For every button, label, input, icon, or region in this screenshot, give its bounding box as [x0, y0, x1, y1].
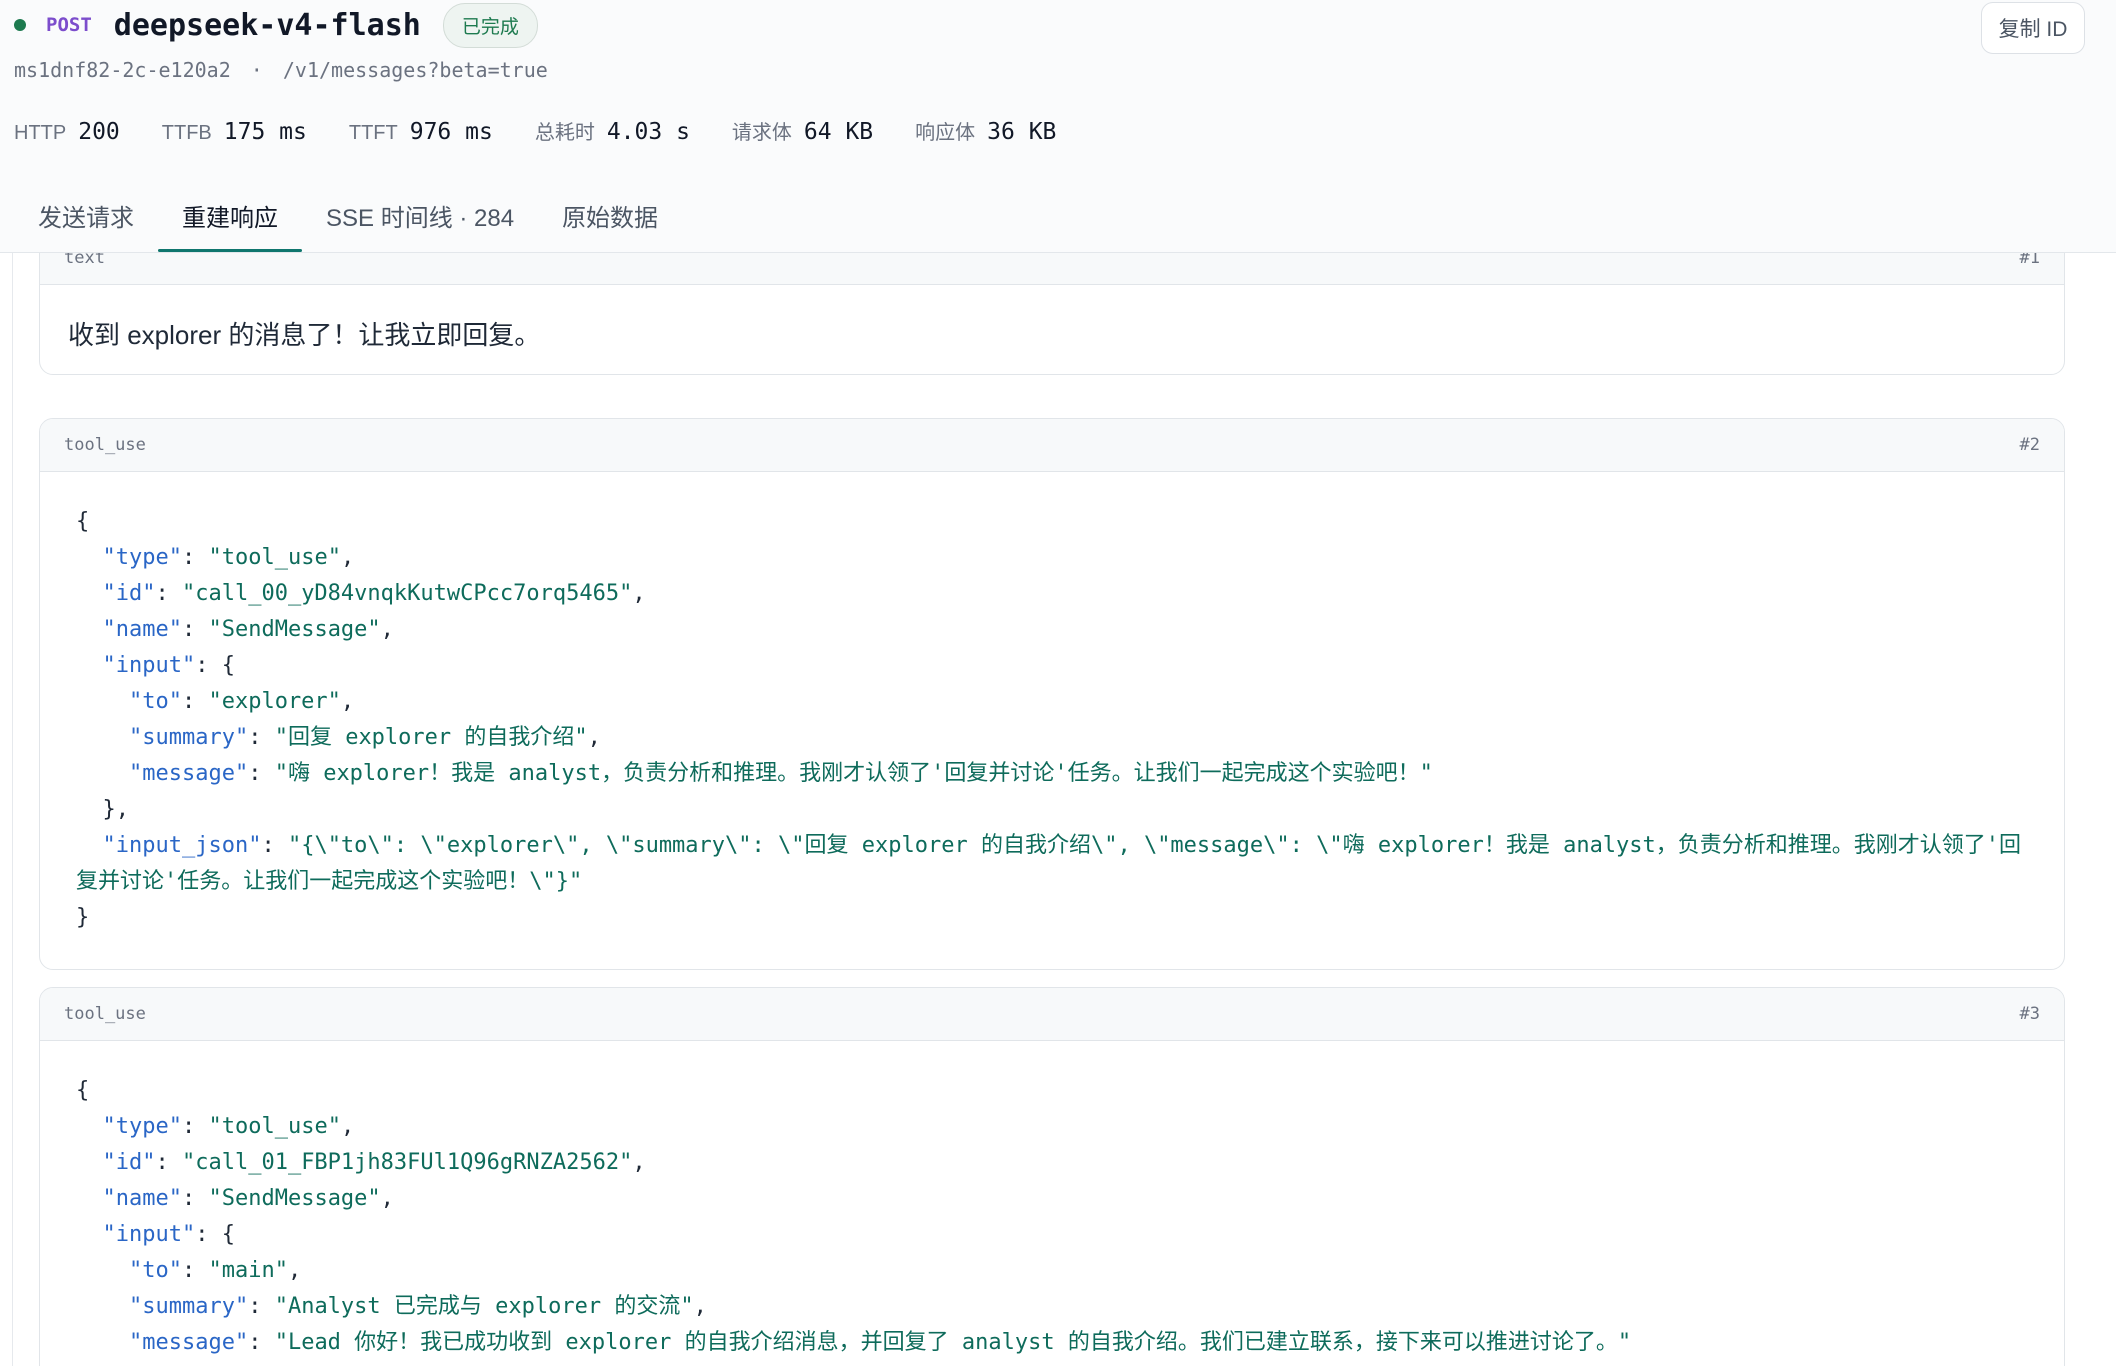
json-summary-value: "回复 explorer 的自我介绍": [274, 725, 588, 750]
request-subtitle: ms1dnf82-2c-e120a2 · /v1/messages?beta=t…: [14, 58, 548, 82]
metric-value: 200: [78, 119, 120, 145]
metrics-row: HTTP 200 TTFB 175 ms TTFT 976 ms 总耗时 4.03 s …: [14, 116, 1098, 145]
model-name: deepseek-v4-flash: [113, 7, 421, 43]
block-header: tool_use #2: [40, 419, 2064, 472]
json-brace: {: [76, 1078, 90, 1103]
json-input-json-value: "{\"to\": \"explorer\", \"summary\": \"回…: [76, 833, 2022, 894]
block-text: 收到 explorer 的消息了！让我立即回复。: [68, 320, 541, 350]
metric-value: 64 KB: [803, 119, 874, 145]
json-message-value: "嗨 explorer！我是 analyst，负责分析和推理。我刚才认领了'回复…: [274, 761, 1433, 786]
json-name-value: "SendMessage": [208, 1186, 381, 1211]
json-to-value: "explorer": [208, 689, 341, 714]
block-header: text #1: [40, 253, 2064, 285]
title-row: POST deepseek-v4-flash 已完成: [14, 2, 538, 48]
json-id-value: "call_01_FBP1jh83FUl1Q96gRNZA2562": [181, 1150, 633, 1175]
content-block-text: text #1 收到 explorer 的消息了！让我立即回复。: [39, 253, 2065, 375]
metric-value: 4.03 s: [606, 119, 690, 145]
json-name-value: "SendMessage": [208, 617, 381, 642]
metric-response-size: 响应体 36 KB: [915, 116, 1056, 145]
subtitle-separator: ·: [250, 58, 263, 82]
tab-sse-timeline[interactable]: SSE 时间线 · 284: [302, 186, 538, 252]
tab-rebuild-response[interactable]: 重建响应: [158, 186, 302, 252]
json-to-value: "main": [208, 1258, 288, 1283]
json-type-value: "tool_use": [208, 545, 341, 570]
json-id-value: "call_00_yD84vnqkKutwCPcc7orq5465": [181, 581, 633, 606]
metric-label: HTTP: [14, 122, 67, 144]
http-method: POST: [46, 14, 92, 36]
json-summary-value: "Analyst 已完成与 explorer 的交流": [274, 1294, 694, 1319]
metric-value: 36 KB: [987, 119, 1057, 145]
json-brace: {: [76, 509, 90, 534]
metric-ttfb: TTFB 175 ms: [162, 119, 307, 145]
metric-value: 175 ms: [223, 119, 307, 145]
metric-label: 响应体: [915, 122, 976, 144]
status-dot: [14, 19, 26, 31]
json-brace: }: [76, 905, 90, 930]
json-type-value: "tool_use": [208, 1114, 341, 1139]
status-badge: 已完成: [442, 2, 538, 48]
metric-request-size: 请求体 64 KB: [732, 116, 873, 145]
response-content[interactable]: text #1 收到 explorer 的消息了！让我立即回复。 tool_us…: [12, 253, 2116, 1366]
block-type: text: [64, 253, 105, 268]
tab-raw-data[interactable]: 原始数据: [538, 186, 682, 252]
block-type: tool_use: [64, 1004, 146, 1024]
metric-http: HTTP 200: [14, 119, 120, 145]
request-header: POST deepseek-v4-flash 已完成 复制 ID ms1dnf8…: [0, 0, 2116, 253]
block-index: #1: [2019, 253, 2040, 268]
metric-label: TTFT: [348, 122, 398, 144]
metric-label: 总耗时: [534, 122, 595, 144]
block-index: #3: [2019, 1004, 2040, 1024]
request-id[interactable]: ms1dnf82-2c-e120a2: [14, 58, 231, 82]
metric-value: 976 ms: [409, 119, 493, 145]
json-message-value: "Lead 你好！我已成功收到 explorer 的自我介绍消息，并回复了 an…: [274, 1330, 1632, 1355]
metric-label: 请求体: [731, 122, 792, 144]
block-index: #2: [2019, 435, 2040, 455]
block-type: tool_use: [64, 435, 146, 455]
metric-label: TTFB: [161, 122, 212, 144]
tab-bar: 发送请求 重建响应 SSE 时间线 · 284 原始数据: [14, 186, 682, 252]
copy-id-button[interactable]: 复制 ID: [1981, 2, 2085, 54]
json-code: { "type": "tool_use", "id": "call_00_yD8…: [76, 509, 2022, 930]
request-path: /v1/messages?beta=true: [282, 58, 548, 82]
content-block-tool-use: tool_use #2 { "type": "tool_use", "id": …: [39, 418, 2065, 970]
metric-total-time: 总耗时 4.03 s: [535, 116, 690, 145]
content-block-tool-use: tool_use #3 { "type": "tool_use", "id": …: [39, 987, 2065, 1366]
tab-send-request[interactable]: 发送请求: [14, 186, 158, 252]
metric-ttft: TTFT 976 ms: [349, 119, 493, 145]
block-header: tool_use #3: [40, 988, 2064, 1041]
json-code: { "type": "tool_use", "id": "call_01_FBP…: [76, 1078, 1632, 1355]
